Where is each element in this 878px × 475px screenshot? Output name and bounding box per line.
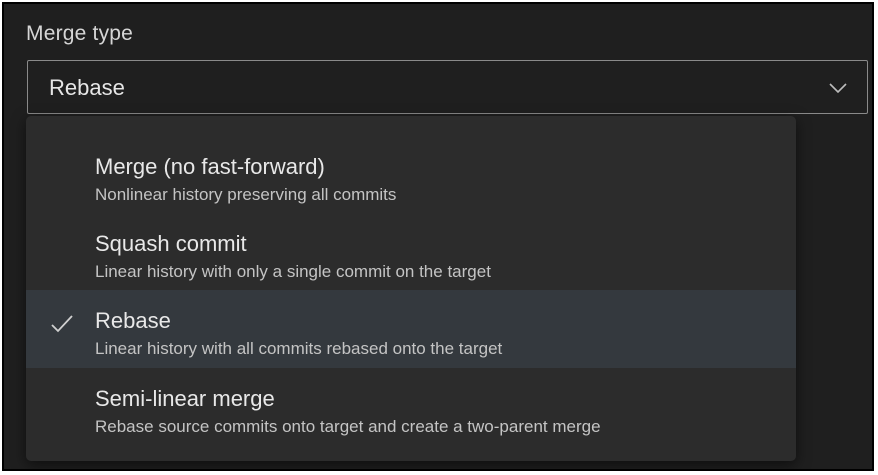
checkmark-icon xyxy=(51,315,73,333)
merge-type-dropdown-menu: Merge (no fast-forward) Nonlinear histor… xyxy=(26,116,796,461)
merge-type-select[interactable]: Rebase xyxy=(27,60,868,114)
option-title: Merge (no fast-forward) xyxy=(95,154,325,179)
option-title: Squash commit xyxy=(95,231,247,256)
option-squash-commit[interactable]: Squash commit Linear history with only a… xyxy=(26,213,796,291)
chevron-down-icon xyxy=(829,83,847,94)
option-description: Nonlinear history preserving all commits xyxy=(95,185,397,204)
option-semi-linear-merge[interactable]: Semi-linear merge Rebase source commits … xyxy=(26,368,796,446)
merge-type-panel: Merge type Rebase Merge (no fast-forward… xyxy=(2,2,874,471)
option-title: Semi-linear merge xyxy=(95,386,275,411)
merge-type-selected-value: Rebase xyxy=(49,75,125,100)
option-title: Rebase xyxy=(95,308,171,333)
option-description: Linear history with only a single commit… xyxy=(95,262,491,281)
option-rebase[interactable]: Rebase Linear history with all commits r… xyxy=(26,290,796,368)
option-description: Rebase source commits onto target and cr… xyxy=(95,417,601,436)
option-merge-no-fast-forward[interactable]: Merge (no fast-forward) Nonlinear histor… xyxy=(26,136,796,214)
merge-type-label: Merge type xyxy=(26,22,134,45)
option-description: Linear history with all commits rebased … xyxy=(95,339,503,358)
